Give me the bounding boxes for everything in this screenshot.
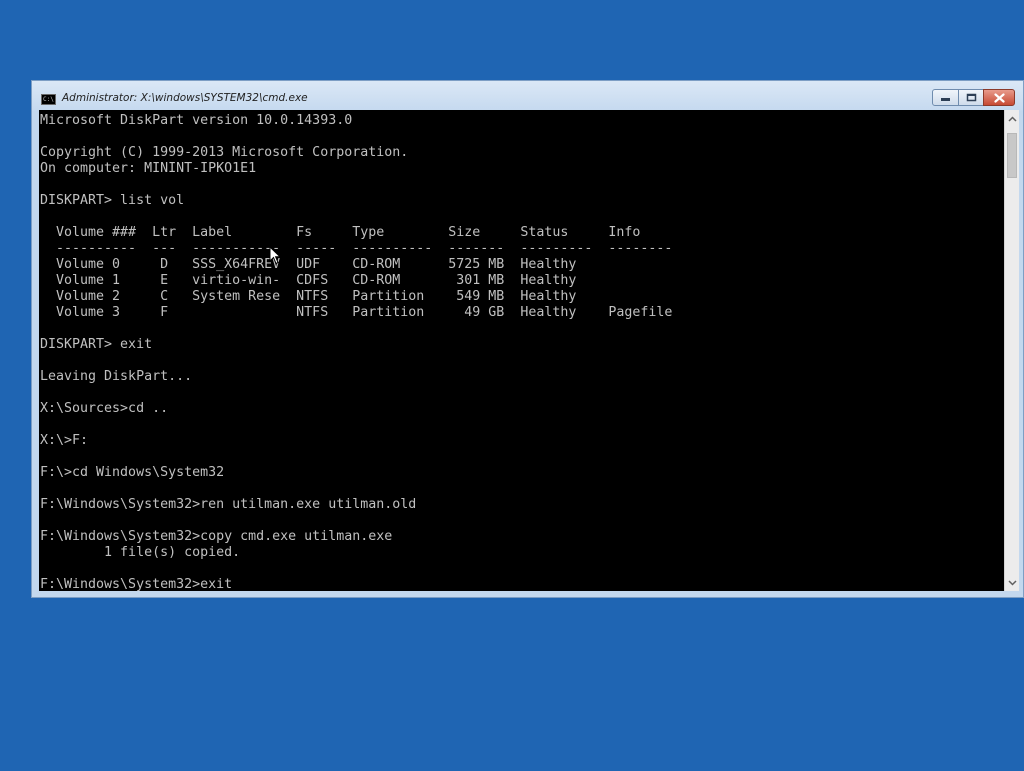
- vertical-scrollbar[interactable]: [1004, 110, 1019, 591]
- close-button[interactable]: [983, 89, 1015, 106]
- scroll-up-button[interactable]: [1005, 110, 1019, 127]
- console-line: DISKPART> list vol: [40, 193, 185, 208]
- console-line: F:\Windows\System32>ren utilman.exe util…: [40, 497, 417, 512]
- console-line: X:\>F:: [40, 433, 89, 448]
- console-line: X:\Sources>cd ..: [40, 401, 169, 416]
- minimize-icon: [941, 98, 950, 101]
- console-line: F:\Windows\System32>copy cmd.exe utilman…: [40, 529, 393, 544]
- console-line: Volume ### Ltr Label Fs Type Size Status…: [40, 225, 641, 240]
- caption-buttons: [932, 89, 1015, 107]
- window-title: Administrator: X:\windows\SYSTEM32\cmd.e…: [62, 92, 308, 104]
- console-line: Volume 0 D SSS_X64FREV UDF CD-ROM 5725 M…: [40, 257, 577, 272]
- console-line: Copyright (C) 1999-2013 Microsoft Corpor…: [40, 145, 409, 160]
- maximize-icon: [966, 93, 976, 102]
- maximize-button[interactable]: [958, 89, 984, 106]
- console-line: Volume 1 E virtio-win- CDFS CD-ROM 301 M…: [40, 273, 577, 288]
- console-line: 1 file(s) copied.: [40, 545, 241, 560]
- title-bar[interactable]: C:\ Administrator: X:\windows\SYSTEM32\c…: [32, 81, 1023, 111]
- scroll-thumb[interactable]: [1007, 133, 1017, 178]
- chevron-down-icon: [1007, 579, 1017, 586]
- scroll-down-button[interactable]: [1005, 574, 1019, 591]
- cmd-app-icon[interactable]: C:\: [41, 94, 56, 105]
- console-line: F:\>cd Windows\System32: [40, 465, 225, 480]
- console-line: Microsoft DiskPart version 10.0.14393.0: [40, 113, 353, 128]
- console-line: F:\Windows\System32>exit: [40, 577, 233, 591]
- close-icon: [993, 92, 1005, 103]
- console-line: ---------- --- ----------- ----- -------…: [40, 241, 673, 256]
- console-output[interactable]: Microsoft DiskPart version 10.0.14393.0 C…: [39, 110, 1004, 591]
- mouse-pointer-icon: [269, 246, 281, 265]
- console-text: Microsoft DiskPart version 10.0.14393.0 C…: [39, 110, 1004, 591]
- console-line: Volume 3 F NTFS Partition 49 GB Healthy …: [40, 305, 673, 320]
- console-line: On computer: MININT-IPKO1E1: [40, 161, 257, 176]
- console-line: DISKPART> exit: [40, 337, 153, 352]
- cmd-window[interactable]: C:\ Administrator: X:\windows\SYSTEM32\c…: [31, 80, 1024, 598]
- minimize-button[interactable]: [932, 89, 959, 106]
- console-line: Volume 2 C System Rese NTFS Partition 54…: [40, 289, 577, 304]
- chevron-up-icon: [1007, 115, 1017, 122]
- console-line: Leaving DiskPart...: [40, 369, 193, 384]
